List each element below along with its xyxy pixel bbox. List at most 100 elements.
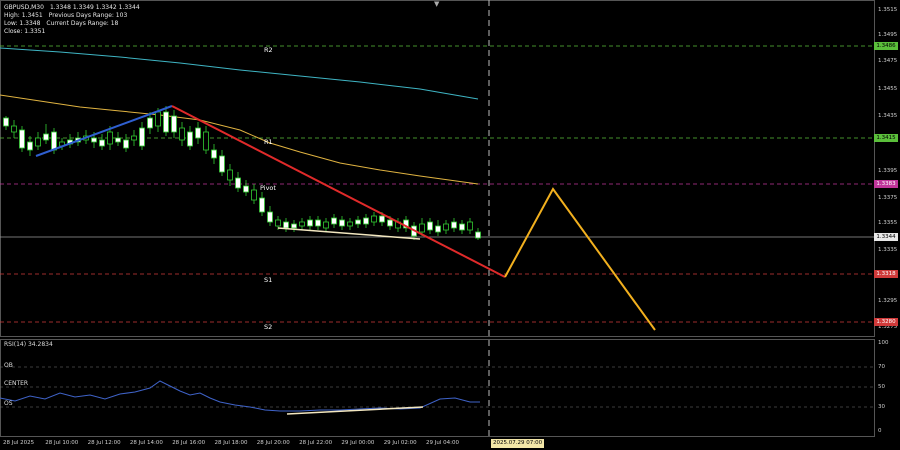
price-axis-tick: 1.3435 [878, 113, 898, 119]
price-projection-line [504, 187, 656, 331]
candle-body [99, 139, 105, 147]
candle-body [139, 127, 145, 147]
candle-body [115, 137, 121, 143]
candle-body [331, 217, 337, 225]
time-axis-tick: 28 Jul 14:00 [129, 440, 163, 446]
r1-level-label: R1 [264, 138, 273, 146]
time-axis-tick: 29 Jul 00:00 [341, 440, 375, 446]
candle-body [195, 127, 201, 139]
candle-body [35, 137, 41, 147]
time-axis-tick: 28 Jul 2025 [3, 440, 35, 446]
time-axis-tick: 28 Jul 16:00 [172, 440, 206, 446]
candle-body [339, 219, 345, 227]
pivot-level-label: Pivot [260, 184, 276, 192]
candle-body [259, 197, 265, 213]
candle-body [299, 221, 305, 227]
candle-body [475, 231, 481, 239]
candle-body [147, 117, 153, 129]
uptrend-line [35, 105, 173, 157]
price-axis-tick: 1.3515 [878, 7, 898, 13]
rsi-line [0, 380, 480, 412]
price-axis-tick: 1.3395 [878, 168, 898, 174]
s2-price-tag: 1.3280 [874, 318, 898, 326]
candle-body [459, 223, 465, 231]
candle-body [283, 221, 289, 229]
close-label: Close: 1.3351 [4, 28, 46, 35]
candle-body [131, 135, 137, 141]
candle-body [387, 219, 393, 227]
s1-price-tag: 1.3318 [874, 270, 898, 278]
time-axis-tick: 28 Jul 22:00 [299, 440, 333, 446]
pivot-price-tag: 1.3383 [874, 180, 898, 188]
candle-body [91, 137, 97, 143]
s1-level-label: S1 [264, 276, 273, 284]
candle-body [11, 125, 17, 133]
s2-level-label: S2 [264, 323, 273, 331]
candle-body [451, 221, 457, 229]
high-label: High: 1.3451 [4, 12, 43, 19]
symbol-info-panel: GBPUSD,M30 1.3348 1.3349 1.3342 1.3344 Hi… [4, 4, 146, 36]
candle-body [211, 149, 217, 159]
candle-body [347, 221, 353, 227]
ohlc-values: 1.3348 1.3349 1.3342 1.3344 [49, 4, 140, 11]
low-label: Low: 1.3348 [4, 20, 41, 27]
r1-price-tag: 1.3415 [874, 134, 898, 142]
candle-body [3, 117, 9, 127]
candle-body [203, 131, 209, 151]
time-axis-tick: 28 Jul 18:00 [214, 440, 248, 446]
candle-body [379, 215, 385, 223]
r2-price-tag: 1.3486 [874, 42, 898, 50]
rsi-axis-tick: 0 [878, 428, 882, 434]
time-axis-tick: 28 Jul 12:00 [87, 440, 121, 446]
rsi-indicator-label: RSI(14) 34.2834 [4, 341, 53, 348]
price-chart[interactable] [0, 0, 900, 450]
previous-range-label: Previous Days Range: 103 [48, 12, 128, 19]
time-axis-tick: 29 Jul 04:00 [426, 440, 459, 446]
price-axis-tick: 1.3495 [878, 32, 898, 38]
r2-level-label: R2 [264, 46, 273, 54]
candle-body [251, 189, 257, 201]
candle-body [355, 219, 361, 225]
price-axis-tick: 1.3335 [878, 247, 898, 253]
candle-body [179, 127, 185, 141]
rsi-axis-tick: 50 [878, 384, 885, 390]
candlesticks [3, 106, 481, 240]
candle-body [171, 115, 177, 133]
candle-body [107, 131, 113, 145]
candle-body [19, 129, 25, 149]
price-axis-tick: 1.3375 [878, 195, 898, 201]
rsi-center-label: CENTER [4, 380, 29, 387]
rsi-axis-tick: 100 [878, 340, 889, 346]
chart-menu-arrow-icon[interactable]: ▼ [434, 0, 439, 8]
candle-body [363, 217, 369, 225]
downtrend-line [171, 105, 506, 278]
time-axis-tick: 28 Jul 20:00 [256, 440, 290, 446]
candle-body [51, 131, 57, 151]
current-time-label: 2025.07.29 07:00 [491, 439, 545, 448]
time-axis-tick: 28 Jul 10:00 [45, 440, 79, 446]
candle-body [315, 219, 321, 227]
candle-body [27, 141, 33, 151]
candle-body [323, 221, 329, 229]
slow-moving-average [0, 47, 479, 100]
candle-body [267, 211, 273, 223]
symbol-label: GBPUSD,M30 [4, 4, 44, 11]
candle-body [43, 133, 49, 141]
candle-body [275, 219, 281, 227]
candle-body [291, 223, 297, 229]
candle-body [227, 169, 233, 181]
candle-body [155, 111, 161, 127]
candle-body [443, 223, 449, 231]
rsi-os-label: OS [4, 400, 13, 407]
price-axis-tick: 1.3295 [878, 298, 898, 304]
time-axis-tick: 29 Jul 02:00 [383, 440, 417, 446]
candle-body [243, 185, 249, 193]
candle-body [219, 155, 225, 173]
price-axis-tick: 1.3455 [878, 86, 898, 92]
candle-body [123, 139, 129, 149]
current-range-label: Current Days Range: 18 [46, 20, 119, 27]
candle-body [435, 225, 441, 233]
candle-body [371, 215, 377, 223]
candle-body [163, 111, 169, 133]
candle-body [235, 177, 241, 189]
